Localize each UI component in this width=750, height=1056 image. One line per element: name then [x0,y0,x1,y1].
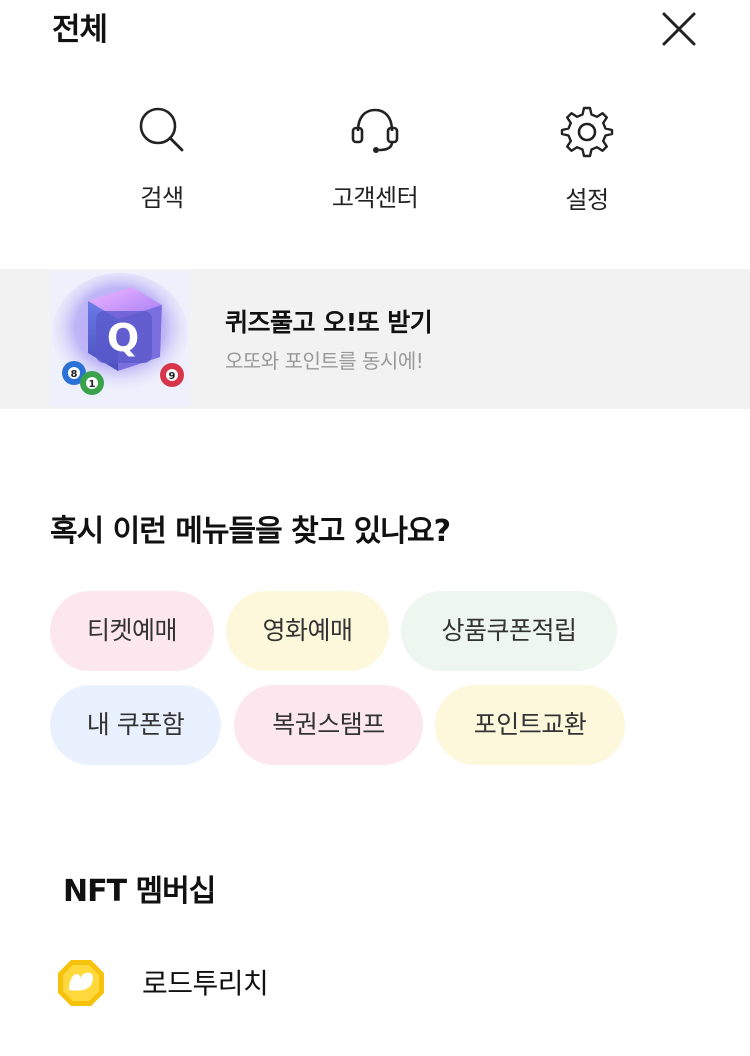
chip-lottery-stamp[interactable]: 복권스탬프 [234,685,423,765]
search-button[interactable]: 검색 [92,104,232,213]
nft-item-road-to-rich[interactable]: 로드투리치 [50,944,700,1020]
chip-product-coupon[interactable]: 상품쿠폰적립 [401,591,617,671]
close-icon [662,12,696,46]
close-button[interactable] [656,6,702,52]
gear-icon [560,106,614,158]
nft-section-title: NFT 멤버십 [63,874,216,909]
all-menu-page: 전체 검색 고객센터 설정 Q 8 1 9 퀴즈풀고 오!또 받기 오또와 포인… [0,0,750,1056]
banner-subtitle: 오또와 포인트를 동시에! [225,349,424,373]
banner-title: 퀴즈풀고 오!또 받기 [225,308,433,337]
nft-item-label: 로드투리치 [142,967,269,1000]
quick-menu: 검색 고객센터 설정 [0,104,750,214]
suggestions-title: 혹시 이런 메뉴들을 찾고 있나요? [50,514,451,549]
chip-my-coupons[interactable]: 내 쿠폰함 [50,685,221,765]
settings-label: 설정 [565,186,609,214]
settings-button[interactable]: 설정 [517,104,657,215]
chip-point-exchange[interactable]: 포인트교환 [435,685,625,765]
chip-ticket-booking[interactable]: 티켓예매 [50,591,214,671]
page-title: 전체 [52,12,108,48]
chip-movie-booking[interactable]: 영화예매 [226,591,389,671]
quiz-letter: Q [107,316,139,360]
ball-number: 1 [89,379,96,390]
search-icon [139,107,184,152]
search-label: 검색 [140,184,184,212]
customer-center-label: 고객센터 [331,184,419,212]
ball-number: 8 [71,369,78,380]
quiz-cube-image: Q 8 1 9 [50,271,190,407]
customer-center-button[interactable]: 고객센터 [305,104,445,213]
road-to-rich-icon [58,960,104,1006]
ball-number: 9 [169,371,176,382]
quiz-lotto-banner[interactable]: Q 8 1 9 퀴즈풀고 오!또 받기 오또와 포인트를 동시에! [0,269,750,409]
headset-icon [351,108,399,153]
